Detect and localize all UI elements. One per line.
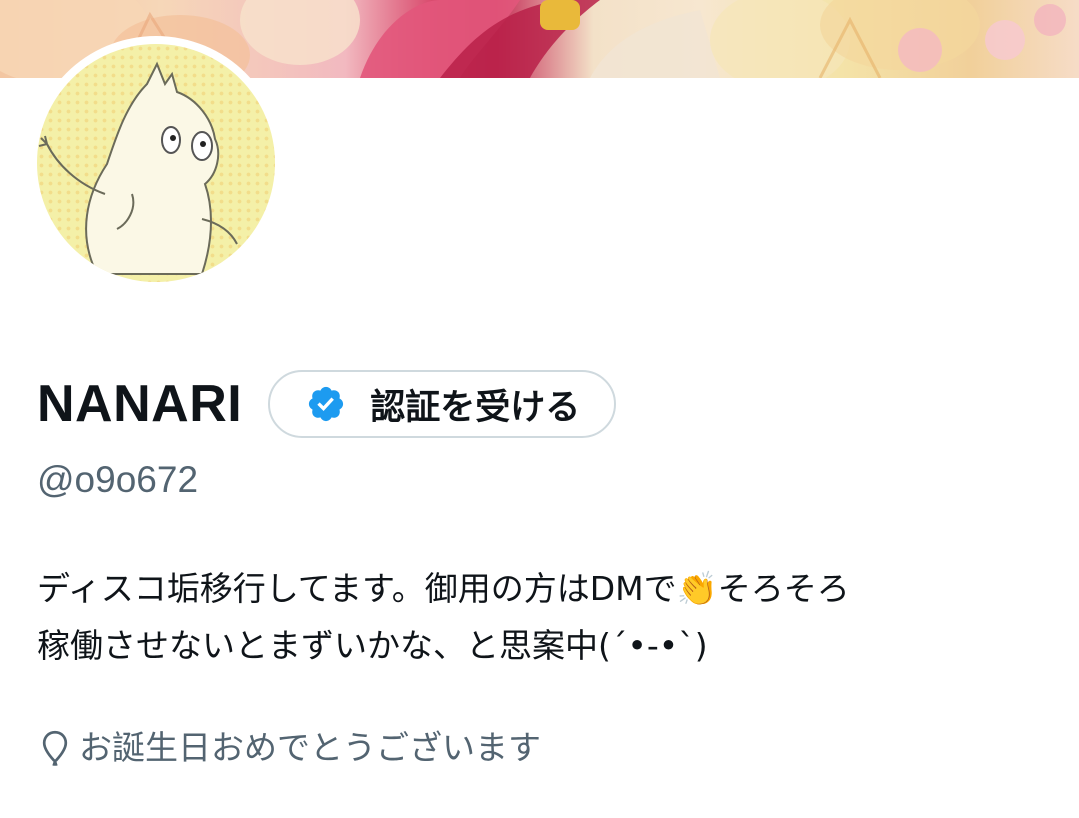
location-pin-icon <box>42 730 68 767</box>
avatar[interactable] <box>37 44 275 282</box>
get-verified-label: 認証を受ける <box>370 387 581 428</box>
verified-badge-icon <box>309 386 344 422</box>
bio-line: 稼働させないとまずいかな、と思案中(´•-•`) <box>37 626 708 665</box>
get-verified-button[interactable]: 認証を受ける <box>268 370 617 438</box>
location-text: お誕生日おめでとうございます <box>79 728 541 767</box>
profile-page: NANARI 認証を受ける @o9o672 ディスコ垢移行してます。御用の方はD… <box>0 0 1079 818</box>
profile-location: お誕生日おめでとうございます <box>37 722 541 774</box>
profile-handle: @o9o672 <box>37 459 199 500</box>
display-name: NANARI <box>37 375 243 433</box>
profile-bio: ディスコ垢移行してます。御用の方はDMで👏そろそろ 稼働させないとまずいかな、と… <box>37 560 1047 674</box>
moomin-avatar-image <box>38 61 238 275</box>
bio-line: ディスコ垢移行してます。御用の方はDMで👏そろそろ <box>37 569 850 608</box>
name-row: NANARI 認証を受ける <box>37 368 617 440</box>
